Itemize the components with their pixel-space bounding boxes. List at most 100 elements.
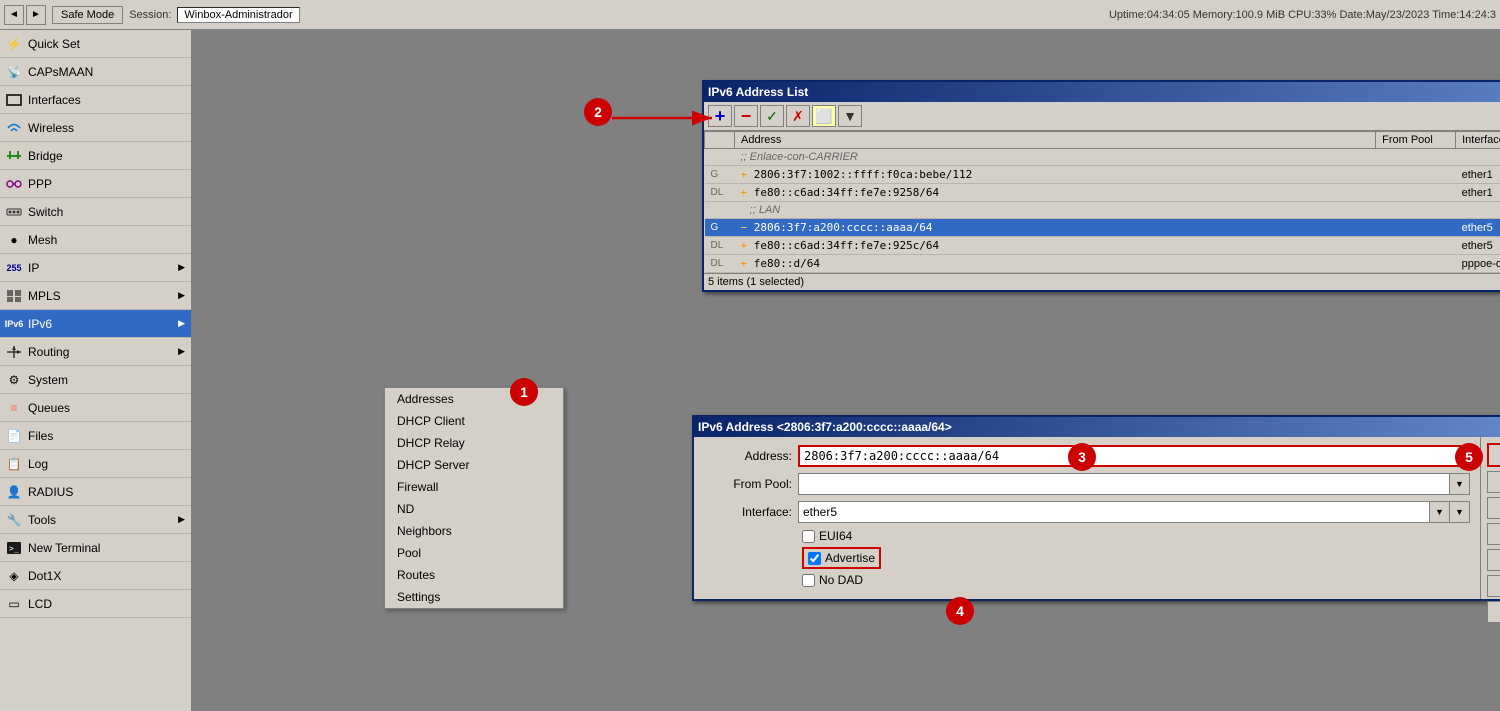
disable-address-button[interactable]: ✗ [786, 105, 810, 127]
ipv6-list-scroll[interactable]: Address From Pool Interface / Advertise … [704, 131, 1500, 273]
copy-address-button[interactable]: ⬜ [812, 105, 836, 127]
copy-button[interactable]: Copy [1487, 575, 1500, 597]
interface-row: Interface: ether5 ▼ ▼ [702, 501, 1470, 523]
table-row[interactable]: G − 2806:3f7:a200:cccc::aaaa/64 ether5 y… [705, 219, 1500, 237]
sidebar-item-quick-set[interactable]: ⚡ Quick Set [0, 30, 191, 58]
interface-value: ether5 [799, 503, 1429, 521]
ipv6-list-titlebar[interactable]: IPv6 Address List _ □ ✕ [704, 82, 1500, 102]
wireless-icon [6, 120, 22, 136]
eui64-label: EUI64 [819, 529, 852, 543]
table-row[interactable]: DL + fe80::c6ad:34ff:fe7e:9258/64 ether1… [705, 184, 1500, 202]
from-pool-row: From Pool: ▼ [702, 473, 1470, 495]
eui64-row: EUI64 [802, 529, 1470, 543]
sidebar-item-ip[interactable]: 255 IP ▶ [0, 254, 191, 282]
sidebar-item-label: System [28, 373, 185, 387]
quick-set-icon: ⚡ [6, 36, 22, 52]
nav-back-button[interactable]: ◄ [4, 5, 24, 25]
nav-forward-button[interactable]: ► [26, 5, 46, 25]
disable-button[interactable]: Disable [1487, 523, 1500, 545]
filter-button[interactable]: ▼ [838, 105, 862, 127]
col-flag[interactable] [705, 132, 735, 149]
submenu-item-dhcp-client[interactable]: DHCP Client [385, 410, 563, 432]
sidebar: ⚡ Quick Set 📡 CAPsMAAN Interfaces Wirele… [0, 30, 192, 711]
no-dad-label: No DAD [819, 573, 863, 587]
flag-cell: DL [705, 184, 735, 202]
advertise-label: Advertise [825, 551, 875, 565]
ipv6-edit-window: IPv6 Address <2806:3f7:a200:cccc::aaaa/6… [692, 415, 1500, 601]
submenu-item-dhcp-relay[interactable]: DHCP Relay [385, 432, 563, 454]
address-input[interactable] [798, 445, 1470, 467]
routing-arrow: ▶ [178, 346, 185, 357]
comment-button[interactable]: Comment [1487, 549, 1500, 571]
sidebar-item-queues[interactable]: ≡ Queues [0, 394, 191, 422]
table-row[interactable]: DL + fe80::d/64 pppoe-out1 no [705, 255, 1500, 273]
sidebar-item-bridge[interactable]: Bridge [0, 142, 191, 170]
sidebar-item-wireless[interactable]: Wireless [0, 114, 191, 142]
sidebar-item-label: RADIUS [28, 485, 185, 499]
sidebar-item-dot1x[interactable]: ◈ Dot1X [0, 562, 191, 590]
from-pool-select[interactable]: ▼ [798, 473, 1470, 495]
sidebar-item-ipv6[interactable]: IPv6 IPv6 ▶ [0, 310, 191, 338]
sidebar-item-label: Wireless [28, 121, 185, 135]
sidebar-item-label: Queues [28, 401, 185, 415]
ipv6-edit-title: IPv6 Address <2806:3f7:a200:cccc::aaaa/6… [698, 420, 952, 434]
table-row[interactable]: ;; LAN [705, 202, 1500, 219]
sidebar-item-system[interactable]: ⚙ System [0, 366, 191, 394]
sidebar-item-ppp[interactable]: PPP [0, 170, 191, 198]
sidebar-item-routing[interactable]: Routing ▶ [0, 338, 191, 366]
no-dad-checkbox[interactable] [802, 574, 815, 587]
address-cell: + fe80::c6ad:34ff:fe7e:9258/64 [735, 184, 1376, 202]
sidebar-item-new-terminal[interactable]: >_ New Terminal [0, 534, 191, 562]
sidebar-item-mesh[interactable]: ● Mesh [0, 226, 191, 254]
interface-label: Interface: [702, 505, 792, 519]
interfaces-icon [6, 92, 22, 108]
submenu-item-settings[interactable]: Settings [385, 586, 563, 608]
eui64-checkbox[interactable] [802, 530, 815, 543]
sidebar-item-label: Tools [28, 513, 172, 527]
sidebar-item-mpls[interactable]: MPLS ▶ [0, 282, 191, 310]
sidebar-item-switch[interactable]: Switch [0, 198, 191, 226]
sidebar-item-log[interactable]: 📋 Log [0, 450, 191, 478]
col-address[interactable]: Address [735, 132, 1376, 149]
sidebar-item-lcd[interactable]: ▭ LCD [0, 590, 191, 618]
advertise-checkbox[interactable] [808, 552, 821, 565]
table-row[interactable]: G + 2806:3f7:1002::ffff:f0ca:bebe/112 et… [705, 166, 1500, 184]
submenu-item-nd[interactable]: ND [385, 498, 563, 520]
remove-button[interactable]: Remove [1487, 601, 1500, 623]
tools-arrow: ▶ [178, 514, 185, 525]
badge-2: 2 [584, 98, 612, 126]
sidebar-item-radius[interactable]: 👤 RADIUS [0, 478, 191, 506]
enable-address-button[interactable]: ✓ [760, 105, 784, 127]
submenu-item-firewall[interactable]: Firewall [385, 476, 563, 498]
badge-3: 3 [1068, 443, 1096, 471]
sidebar-item-tools[interactable]: 🔧 Tools ▶ [0, 506, 191, 534]
interface-dropdown-arrow2[interactable]: ▼ [1449, 502, 1469, 522]
table-row[interactable]: ;; Enlace-con-CARRIER [705, 149, 1500, 166]
from-pool-cell [1376, 237, 1456, 255]
interface-cell: ether1 [1456, 166, 1500, 184]
sidebar-item-interfaces[interactable]: Interfaces [0, 86, 191, 114]
sidebar-item-label: Mesh [28, 233, 185, 247]
sidebar-item-label: CAPsMAAN [28, 65, 185, 79]
cancel-button[interactable]: Cancel [1487, 471, 1500, 493]
advertise-row: Advertise [802, 547, 881, 569]
submenu-item-neighbors[interactable]: Neighbors [385, 520, 563, 542]
col-interface[interactable]: Interface [1456, 132, 1500, 149]
interface-dropdown-arrow[interactable]: ▼ [1429, 502, 1449, 522]
from-pool-dropdown-arrow[interactable]: ▼ [1449, 474, 1469, 494]
table-row[interactable]: DL + fe80::c6ad:34ff:fe7e:925c/64 ether5… [705, 237, 1500, 255]
submenu-item-pool[interactable]: Pool [385, 542, 563, 564]
col-from-pool[interactable]: From Pool [1376, 132, 1456, 149]
submenu-item-dhcp-server[interactable]: DHCP Server [385, 454, 563, 476]
ipv6-edit-titlebar[interactable]: IPv6 Address <2806:3f7:a200:cccc::aaaa/6… [694, 417, 1500, 437]
sidebar-item-capsman[interactable]: 📡 CAPsMAAN [0, 58, 191, 86]
add-address-button[interactable]: + [708, 105, 732, 127]
sidebar-item-files[interactable]: 📄 Files [0, 422, 191, 450]
interface-select[interactable]: ether5 ▼ ▼ [798, 501, 1470, 523]
apply-button[interactable]: Apply [1487, 497, 1500, 519]
mesh-icon: ● [6, 232, 22, 248]
safe-mode-button[interactable]: Safe Mode [52, 6, 123, 24]
submenu-item-routes[interactable]: Routes [385, 564, 563, 586]
ok-button[interactable]: OK [1487, 443, 1500, 467]
remove-address-button[interactable]: − [734, 105, 758, 127]
